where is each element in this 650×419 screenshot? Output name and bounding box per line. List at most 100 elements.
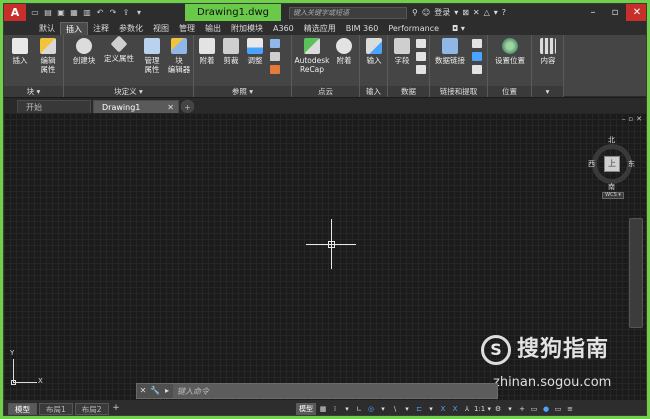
close-viewport-icon[interactable]: ✕ <box>636 115 642 123</box>
minimize-viewport-icon[interactable]: – <box>622 115 626 123</box>
clip-button[interactable]: 剪裁 <box>220 38 242 65</box>
ribbon-tab[interactable]: 插入 <box>60 22 88 35</box>
scale-dropdown[interactable]: 1:1 ▾ <box>474 403 491 415</box>
app-menu-button[interactable]: A <box>4 4 26 21</box>
adjust-button[interactable]: 调整 <box>244 38 266 65</box>
dropdown-icon[interactable]: ▾ <box>342 403 352 415</box>
share-icon[interactable]: ⇪ <box>121 8 131 18</box>
undo-icon[interactable]: ↶ <box>95 8 105 18</box>
redo-icon[interactable]: ↷ <box>108 8 118 18</box>
plus-icon[interactable]: + <box>517 403 527 415</box>
annotation-scale-icon[interactable]: Ⅹ <box>450 403 460 415</box>
hardware-acceleration-icon[interactable]: ▭ <box>529 403 539 415</box>
maximize-icon[interactable]: ▫ <box>604 4 626 21</box>
dropdown-icon[interactable]: ▾ <box>378 403 388 415</box>
workspace-icon[interactable]: ▾ <box>134 8 144 18</box>
ribbon-tab[interactable]: 参数化 <box>114 22 148 35</box>
ribbon-tab[interactable]: 输出 <box>200 22 226 35</box>
open-icon[interactable]: ▤ <box>43 8 53 18</box>
underlay-icon[interactable] <box>270 39 280 48</box>
viewcube[interactable]: 北 上 西 东 南 WCS ▾ <box>588 134 636 199</box>
annotation-visibility-icon[interactable]: Ⅹ <box>438 403 448 415</box>
snap-underlay-icon[interactable] <box>270 65 280 74</box>
a360-icon[interactable]: △ <box>484 8 490 17</box>
tab-layout2[interactable]: 布局2 <box>74 402 109 415</box>
clean-screen-icon[interactable]: ▭ <box>553 403 563 415</box>
ortho-icon[interactable]: ∟ <box>354 403 364 415</box>
login-label[interactable]: 登录 <box>434 7 450 18</box>
viewcube-south[interactable]: 南 <box>608 182 615 192</box>
new-tab-button[interactable]: + <box>181 100 194 113</box>
minimize-icon[interactable]: – <box>582 4 604 21</box>
isolate-objects-icon[interactable]: ● <box>541 403 551 415</box>
help-icon[interactable]: ? <box>502 8 506 17</box>
block-editor-button[interactable]: 块 编辑器 <box>166 38 192 74</box>
close-command-icon[interactable]: ✕ <box>137 384 149 398</box>
customize-icon[interactable]: ≡ <box>565 403 575 415</box>
ribbon-tab[interactable]: 默认 <box>34 22 60 35</box>
hyperlink-icon[interactable] <box>416 65 426 74</box>
ole-object-icon[interactable] <box>416 52 426 61</box>
edit-attribute-button[interactable]: 编辑 属性 <box>34 38 62 74</box>
field-button[interactable]: 字段 <box>390 38 414 65</box>
group-title-reference[interactable]: 参照 ▾ <box>194 86 291 97</box>
tab-start[interactable]: 开始 <box>17 100 91 113</box>
drawing-canvas[interactable]: – ▫ ✕ 北 上 西 东 南 WCS ▾ Y X S 搜狗指南 zhinan.… <box>4 113 646 400</box>
cart-icon[interactable]: ⊠ <box>462 8 469 17</box>
add-layout-icon[interactable]: + <box>111 403 122 414</box>
binoculars-icon[interactable]: ⚲ <box>412 8 418 17</box>
viewcube-west[interactable]: 西 <box>588 159 595 169</box>
tab-drawing1[interactable]: Drawing1 ✕ <box>93 100 179 113</box>
define-attribute-button[interactable]: 定义属性 <box>102 35 136 63</box>
polar-icon[interactable]: ◎ <box>366 403 376 415</box>
viewcube-east[interactable]: 东 <box>628 159 635 169</box>
new-icon[interactable]: ▭ <box>30 8 40 18</box>
dropdown-icon[interactable]: ▾ <box>454 8 458 17</box>
wcs-menu[interactable]: WCS ▾ <box>602 192 624 199</box>
save-icon[interactable]: ▣ <box>56 8 66 18</box>
insert-button[interactable]: 插入 <box>8 38 32 65</box>
dropdown-icon[interactable]: ▾ <box>494 8 498 17</box>
user-icon[interactable]: ☺ <box>422 8 430 17</box>
annotation-auto-icon[interactable]: ⅄ <box>462 403 472 415</box>
search-box[interactable]: 键入关键字或短语 <box>289 7 407 19</box>
group-title-block[interactable]: 块 ▾ <box>4 86 63 97</box>
grid-icon[interactable]: ▦ <box>318 403 328 415</box>
ribbon-tab[interactable]: 附加模块 <box>226 22 268 35</box>
exchange-icon[interactable]: ✕ <box>473 8 480 17</box>
saveas-icon[interactable]: ▦ <box>69 8 79 18</box>
ribbon-tab[interactable]: 精选应用 <box>299 22 341 35</box>
ribbon-tab[interactable]: 管理 <box>174 22 200 35</box>
close-icon[interactable]: ✕ <box>626 4 646 21</box>
object-snap-icon[interactable]: ⊏ <box>414 403 424 415</box>
tab-model[interactable]: 模型 <box>8 402 37 415</box>
navigation-bar[interactable] <box>629 218 643 328</box>
point-cloud-attach-button[interactable]: 附着 <box>332 38 356 65</box>
snap-icon[interactable]: ⁞ <box>330 403 340 415</box>
ribbon-tab[interactable]: 视图 <box>148 22 174 35</box>
set-location-button[interactable]: 设置位置 <box>490 38 530 65</box>
restore-viewport-icon[interactable]: ▫ <box>628 115 633 123</box>
create-block-button[interactable]: 创建块 <box>70 38 98 65</box>
attach-button[interactable]: 附着 <box>196 38 218 65</box>
viewcube-top-face[interactable]: 上 <box>604 156 620 172</box>
update-fields-icon[interactable] <box>416 39 426 48</box>
ribbon-tab[interactable]: Performance <box>383 22 444 35</box>
ribbon-tab[interactable]: 注释 <box>88 22 114 35</box>
group-title-block-definition[interactable]: 块定义 ▾ <box>64 86 193 97</box>
content-button[interactable]: 内容 <box>536 38 560 65</box>
ribbon-toggle-icon[interactable]: ◘ ▾ <box>452 22 465 35</box>
command-history-icon[interactable]: ▸ <box>161 384 173 398</box>
upload-icon[interactable] <box>472 65 482 74</box>
frames-icon[interactable] <box>270 52 280 61</box>
group-title-content[interactable]: ▾ <box>532 86 563 97</box>
manage-attribute-button[interactable]: 管理 属性 <box>140 38 164 74</box>
model-space-button[interactable]: 模型 <box>296 402 316 415</box>
wrench-icon[interactable]: 🔧 <box>149 384 161 398</box>
dropdown-icon[interactable]: ▾ <box>402 403 412 415</box>
autodesk-recap-button[interactable]: Autodesk ReCap <box>294 38 330 74</box>
command-input[interactable] <box>173 384 497 398</box>
data-link-button[interactable]: 数据链接 <box>432 38 468 65</box>
tab-layout1[interactable]: 布局1 <box>39 402 73 415</box>
extract-data-icon[interactable] <box>472 39 482 48</box>
